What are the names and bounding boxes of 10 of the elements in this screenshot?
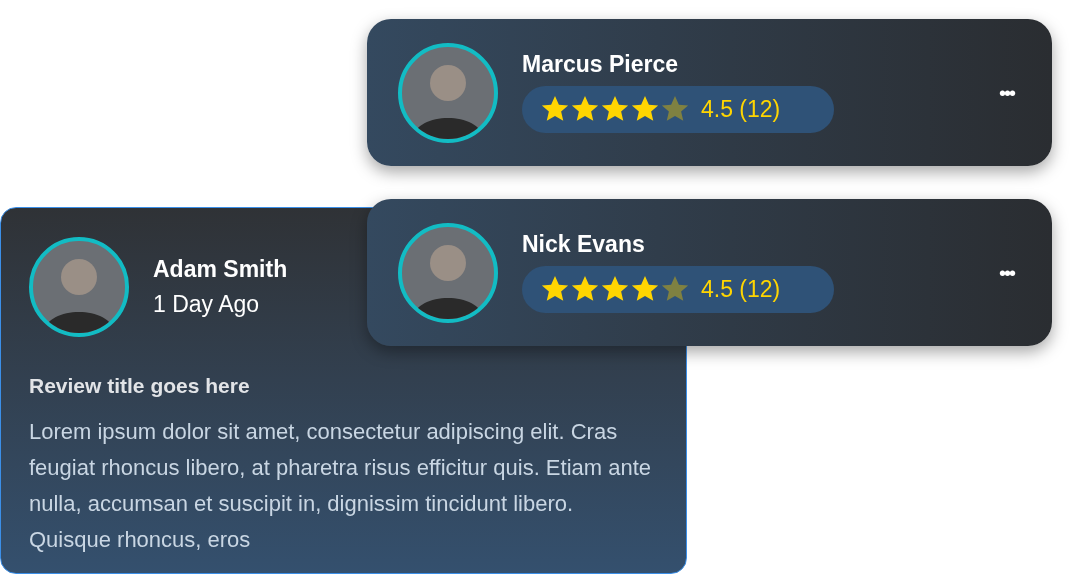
- rating-text: 4.5 (12): [701, 274, 781, 304]
- more-button[interactable]: •••: [999, 82, 1014, 103]
- profile-name: Nick Evans: [522, 232, 646, 256]
- review-body: Lorem ipsum dolor sit amet, consectetur adipiscing elit. Cras feugiat rhoncus libero, at pharetra risus efficitur quis. Etiam ante nulla, accumsan et suscipit in, dignissim tincidunt libero. Quisque rhoncus, eros: [29, 418, 653, 554]
- rating-text: 4.5 (12): [701, 94, 781, 124]
- profile-name: Marcus Pierce: [522, 52, 679, 76]
- review-title: Review title goes here: [29, 375, 251, 396]
- reviewer-name: Adam Smith: [153, 258, 288, 281]
- more-button[interactable]: •••: [999, 262, 1014, 283]
- review-time: 1 Day Ago: [153, 293, 261, 316]
